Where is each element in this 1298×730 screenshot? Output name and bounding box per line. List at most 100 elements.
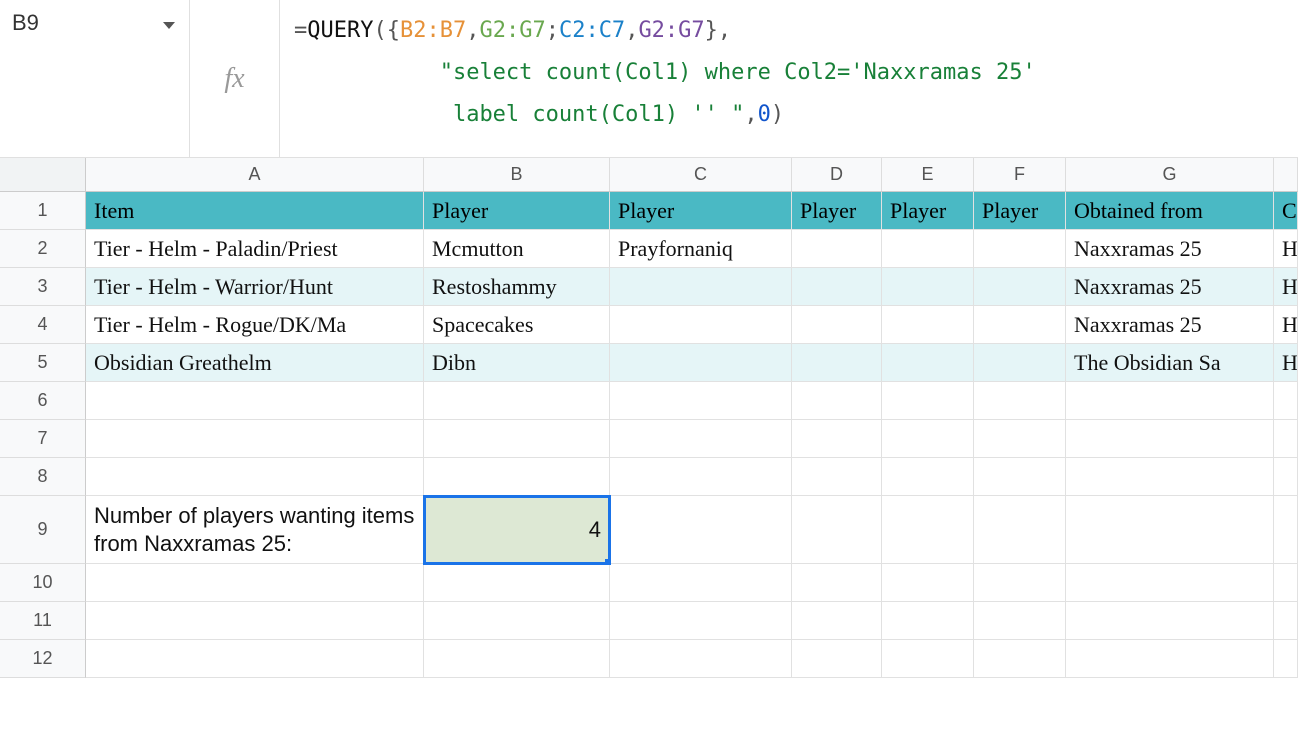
cell[interactable]	[792, 458, 882, 496]
cell[interactable]	[610, 564, 792, 602]
cell[interactable]	[792, 640, 882, 678]
cell[interactable]	[610, 382, 792, 420]
row-header-12[interactable]: 12	[0, 640, 86, 678]
cell[interactable]	[792, 564, 882, 602]
row-header-5[interactable]: 5	[0, 344, 86, 382]
header-obtained[interactable]: Obtained from	[1066, 192, 1274, 230]
name-box-dropdown-icon[interactable]	[163, 10, 189, 32]
header-player-c[interactable]: Player	[610, 192, 792, 230]
cell[interactable]	[974, 382, 1066, 420]
row-header-4[interactable]: 4	[0, 306, 86, 344]
cell[interactable]	[792, 268, 882, 306]
cell[interactable]	[882, 602, 974, 640]
cell[interactable]	[974, 640, 1066, 678]
cell[interactable]	[882, 344, 974, 382]
cell[interactable]	[86, 458, 424, 496]
cell[interactable]	[792, 602, 882, 640]
row-header-7[interactable]: 7	[0, 420, 86, 458]
col-header-B[interactable]: B	[424, 158, 610, 191]
cell[interactable]	[974, 268, 1066, 306]
cell[interactable]	[1066, 382, 1274, 420]
cell[interactable]: H	[1274, 344, 1298, 382]
cell[interactable]	[86, 382, 424, 420]
cell[interactable]	[792, 344, 882, 382]
row-header-11[interactable]: 11	[0, 602, 86, 640]
header-player-e[interactable]: Player	[882, 192, 974, 230]
cell-G9[interactable]	[1066, 496, 1274, 564]
header-player-b[interactable]: Player	[424, 192, 610, 230]
cell[interactable]	[882, 382, 974, 420]
cell[interactable]	[974, 344, 1066, 382]
cell[interactable]: H	[1274, 268, 1298, 306]
cell[interactable]	[792, 230, 882, 268]
cell[interactable]	[882, 564, 974, 602]
cell[interactable]	[1274, 564, 1298, 602]
cell[interactable]	[1066, 564, 1274, 602]
cell[interactable]	[1274, 602, 1298, 640]
cell[interactable]: H	[1274, 306, 1298, 344]
col-header-C[interactable]: C	[610, 158, 792, 191]
cell[interactable]	[882, 230, 974, 268]
col-header-D[interactable]: D	[792, 158, 882, 191]
cell[interactable]	[792, 420, 882, 458]
cell[interactable]	[882, 306, 974, 344]
cell[interactable]	[974, 306, 1066, 344]
cell[interactable]	[882, 268, 974, 306]
cell[interactable]: Tier - Helm - Warrior/Hunt	[86, 268, 424, 306]
cell[interactable]	[424, 382, 610, 420]
header-player-d[interactable]: Player	[792, 192, 882, 230]
cell-C9[interactable]	[610, 496, 792, 564]
col-header-overflow[interactable]	[1274, 158, 1298, 191]
cell-E9[interactable]	[882, 496, 974, 564]
cell[interactable]	[424, 564, 610, 602]
row-header-3[interactable]: 3	[0, 268, 86, 306]
cell[interactable]	[86, 640, 424, 678]
cell[interactable]	[974, 230, 1066, 268]
cell-D9[interactable]	[792, 496, 882, 564]
cell[interactable]	[974, 602, 1066, 640]
cell[interactable]: Tier - Helm - Paladin/Priest	[86, 230, 424, 268]
cell[interactable]: Mcmutton	[424, 230, 610, 268]
col-header-E[interactable]: E	[882, 158, 974, 191]
cell[interactable]	[610, 640, 792, 678]
cell[interactable]	[610, 306, 792, 344]
cell[interactable]	[610, 420, 792, 458]
cell[interactable]: Naxxramas 25	[1066, 268, 1274, 306]
cell[interactable]	[1274, 458, 1298, 496]
cell[interactable]: Dibn	[424, 344, 610, 382]
cell[interactable]: Restoshammy	[424, 268, 610, 306]
cell[interactable]: Naxxramas 25	[1066, 230, 1274, 268]
cell[interactable]: Obsidian Greathelm	[86, 344, 424, 382]
cell[interactable]	[974, 564, 1066, 602]
cell[interactable]	[792, 382, 882, 420]
cell[interactable]	[86, 602, 424, 640]
cell[interactable]: Tier - Helm - Rogue/DK/Ma	[86, 306, 424, 344]
cell[interactable]: Prayfornaniq	[610, 230, 792, 268]
cell[interactable]	[1066, 458, 1274, 496]
cell[interactable]	[1274, 382, 1298, 420]
name-box[interactable]: B9	[12, 10, 163, 36]
header-item[interactable]: Item	[86, 192, 424, 230]
cell[interactable]	[610, 602, 792, 640]
header-overflow[interactable]: C	[1274, 192, 1298, 230]
row-header-2[interactable]: 2	[0, 230, 86, 268]
spreadsheet-grid[interactable]: A B C D E F G 1 Item Player Player Playe…	[0, 158, 1298, 678]
cell[interactable]	[1066, 640, 1274, 678]
row-header-6[interactable]: 6	[0, 382, 86, 420]
col-header-F[interactable]: F	[974, 158, 1066, 191]
cell[interactable]	[882, 458, 974, 496]
formula-input[interactable]: =QUERY({B2:B7,G2:G7;C2:C7,G2:G7}, "selec…	[280, 0, 1298, 157]
cell[interactable]	[1066, 602, 1274, 640]
row-header-1[interactable]: 1	[0, 192, 86, 230]
cell[interactable]	[974, 420, 1066, 458]
col-header-A[interactable]: A	[86, 158, 424, 191]
row-header-9[interactable]: 9	[0, 496, 86, 564]
cell[interactable]	[86, 420, 424, 458]
name-box-container[interactable]: B9	[0, 0, 190, 157]
cell[interactable]	[424, 640, 610, 678]
cell[interactable]	[424, 458, 610, 496]
cell-F9[interactable]	[974, 496, 1066, 564]
cell[interactable]: The Obsidian Sa	[1066, 344, 1274, 382]
header-player-f[interactable]: Player	[974, 192, 1066, 230]
cell[interactable]: Naxxramas 25	[1066, 306, 1274, 344]
